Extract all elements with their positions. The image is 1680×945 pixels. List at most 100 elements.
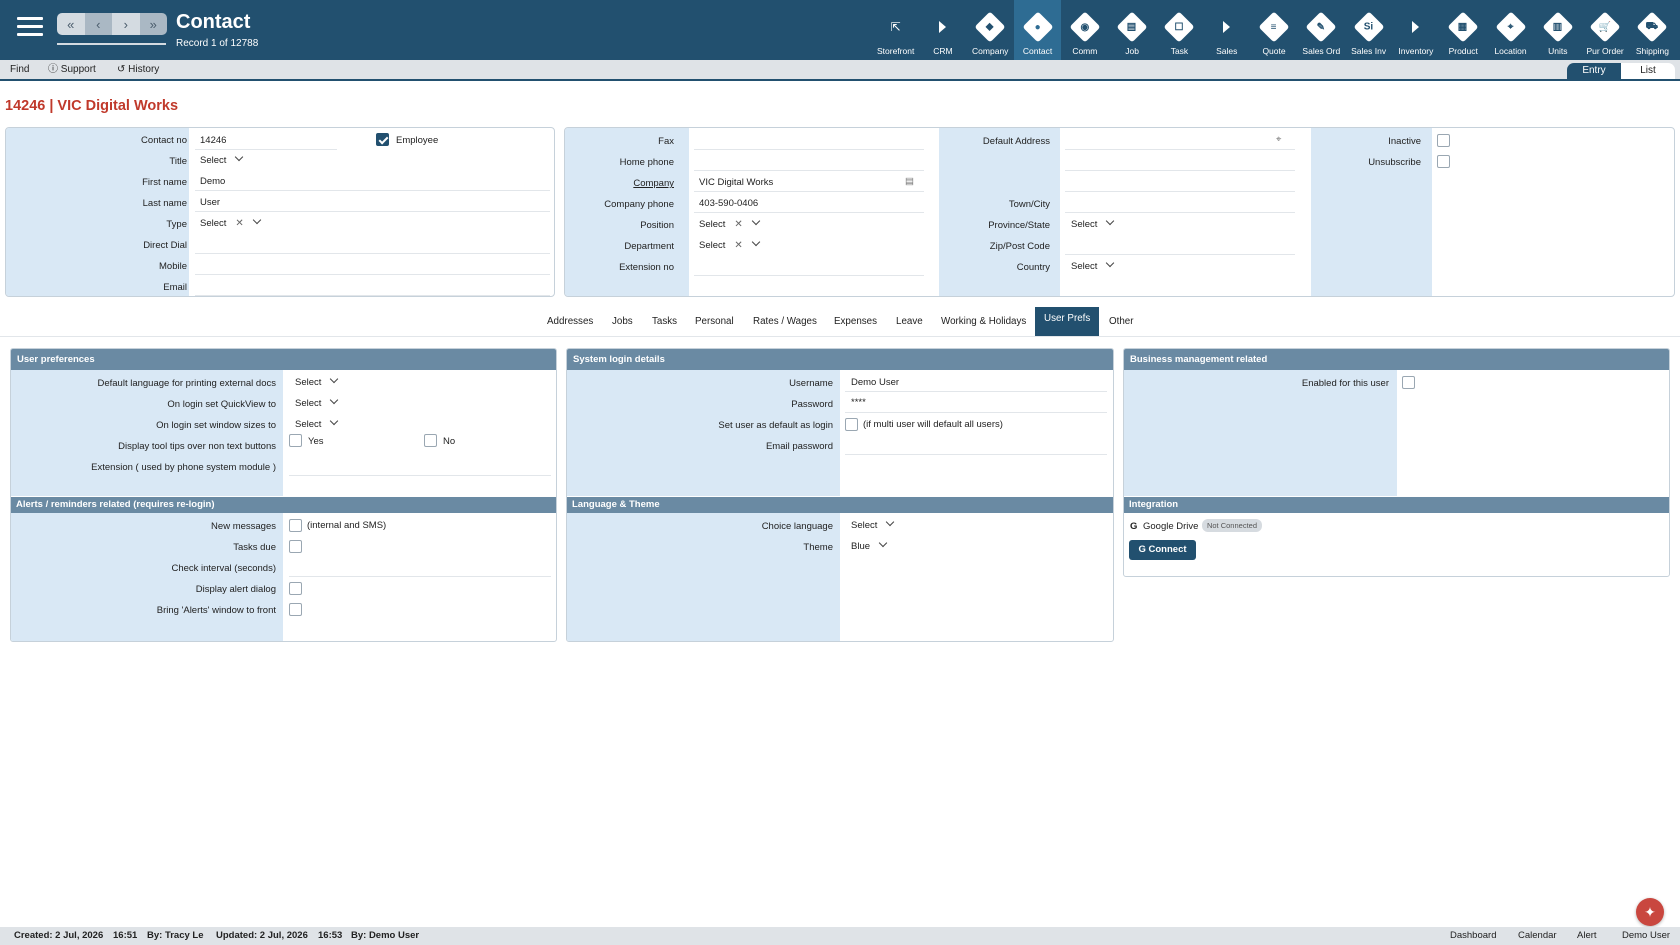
- zip-field[interactable]: [1065, 254, 1295, 255]
- units-icon: ▥: [1542, 11, 1574, 43]
- inactive-checkbox[interactable]: [1437, 134, 1450, 147]
- window-sizes-select[interactable]: Select: [295, 416, 339, 430]
- first-record-button[interactable]: «: [57, 13, 85, 35]
- tooltips-yes-checkbox[interactable]: [289, 434, 302, 447]
- calendar-link[interactable]: Calendar: [1518, 927, 1557, 945]
- module-pur-order[interactable]: 🛒 Pur Order: [1581, 0, 1628, 60]
- default-language-select[interactable]: Select: [295, 374, 339, 388]
- dashboard-link[interactable]: Dashboard: [1450, 927, 1496, 945]
- module-quote[interactable]: ≡ Quote: [1250, 0, 1297, 60]
- alerts-front-checkbox[interactable]: [289, 603, 302, 616]
- tab-working-holidays[interactable]: Working & Holidays: [941, 310, 1026, 337]
- country-select[interactable]: Select: [1071, 258, 1115, 272]
- title-select[interactable]: Select: [200, 152, 244, 166]
- tab-user-prefs[interactable]: User Prefs: [1035, 307, 1100, 336]
- next-record-button[interactable]: ›: [112, 13, 140, 35]
- province-select[interactable]: Select: [1071, 216, 1115, 230]
- check-interval-field[interactable]: [289, 576, 551, 577]
- location-pin-icon[interactable]: ⌖: [1276, 134, 1281, 145]
- unsubscribe-checkbox[interactable]: [1437, 155, 1450, 168]
- entry-view-tab[interactable]: Entry: [1567, 63, 1621, 79]
- clear-icon[interactable]: ✕: [734, 240, 742, 251]
- module-contact[interactable]: ● Contact: [1013, 0, 1062, 60]
- position-select[interactable]: Select ✕: [699, 216, 761, 230]
- module-job[interactable]: ▤ Job: [1108, 0, 1155, 60]
- module-storefront[interactable]: ⇱ Storefront: [872, 0, 919, 60]
- fax-label: Fax: [658, 136, 674, 147]
- tab-other[interactable]: Other: [1109, 310, 1134, 337]
- module-sales-inv[interactable]: Si Sales Inv: [1345, 0, 1392, 60]
- type-select[interactable]: Select ✕: [200, 215, 262, 229]
- extension-field[interactable]: [694, 275, 924, 276]
- first-name-label: First name: [142, 177, 187, 188]
- clear-icon[interactable]: ✕: [734, 219, 742, 230]
- employee-checkbox[interactable]: [376, 133, 389, 146]
- tasks-due-checkbox[interactable]: [289, 540, 302, 553]
- module-comm[interactable]: ◉ Comm: [1061, 0, 1108, 60]
- town-field[interactable]: [1065, 212, 1295, 213]
- username-field[interactable]: Demo User: [851, 377, 899, 388]
- choice-language-select[interactable]: Select: [851, 517, 895, 531]
- tab-leave[interactable]: Leave: [896, 310, 923, 337]
- module-sales-ord[interactable]: ✎ Sales Ord: [1298, 0, 1345, 60]
- module-task[interactable]: ☐ Task: [1156, 0, 1203, 60]
- company-phone-field[interactable]: 403-590-0406: [699, 198, 758, 209]
- email-password-field[interactable]: [845, 454, 1107, 455]
- tab-addresses[interactable]: Addresses: [547, 310, 593, 337]
- company-field[interactable]: VIC Digital Works: [699, 177, 773, 188]
- view-switch: Entry List: [1567, 63, 1675, 79]
- last-record-button[interactable]: »: [139, 13, 167, 35]
- contact-no-field[interactable]: 14246: [200, 135, 226, 146]
- default-login-checkbox[interactable]: [845, 418, 858, 431]
- enabled-user-checkbox[interactable]: [1402, 376, 1415, 389]
- tooltips-no-checkbox[interactable]: [424, 434, 437, 447]
- tab-jobs[interactable]: Jobs: [612, 310, 633, 337]
- address-line1-field[interactable]: [1065, 149, 1295, 150]
- tab-tasks[interactable]: Tasks: [652, 310, 677, 337]
- tab-expenses[interactable]: Expenses: [834, 310, 877, 337]
- alert-link[interactable]: Alert: [1577, 927, 1597, 945]
- find-button[interactable]: Find: [10, 60, 29, 79]
- module-location[interactable]: ⌖ Location: [1487, 0, 1534, 60]
- support-button[interactable]: ⓘ Support: [48, 60, 96, 79]
- mobile-field[interactable]: [195, 274, 550, 275]
- record-scroll-track[interactable]: [57, 43, 166, 45]
- tab-rates-wages[interactable]: Rates / Wages: [753, 310, 817, 337]
- module-inventory[interactable]: Inventory: [1392, 0, 1439, 60]
- user-menu-link[interactable]: Demo User: [1622, 927, 1670, 945]
- previous-record-button[interactable]: ‹: [84, 13, 112, 35]
- list-view-tab[interactable]: List: [1621, 63, 1675, 79]
- direct-dial-field[interactable]: [195, 253, 550, 254]
- history-label: History: [128, 64, 160, 75]
- module-sales[interactable]: Sales: [1203, 0, 1250, 60]
- module-units[interactable]: ▥ Units: [1534, 0, 1581, 60]
- connect-button[interactable]: G Connect: [1129, 540, 1196, 560]
- theme-select[interactable]: Blue: [851, 538, 888, 552]
- module-shipping[interactable]: ⛟ Shipping: [1629, 0, 1676, 60]
- clear-icon[interactable]: ✕: [235, 218, 243, 229]
- password-field[interactable]: ****: [851, 397, 866, 408]
- username-label: Username: [789, 378, 833, 389]
- menu-icon[interactable]: [17, 17, 43, 39]
- module-crm[interactable]: CRM: [919, 0, 966, 60]
- last-name-field[interactable]: User: [200, 197, 220, 208]
- home-phone-field[interactable]: [694, 170, 924, 171]
- phone-extension-field[interactable]: [289, 475, 551, 476]
- address-line2-field[interactable]: [1065, 170, 1295, 171]
- company-lookup-icon[interactable]: ▤: [905, 176, 914, 187]
- department-select[interactable]: Select ✕: [699, 237, 761, 251]
- module-company[interactable]: ◆ Company: [967, 0, 1014, 60]
- alert-dialog-checkbox[interactable]: [289, 582, 302, 595]
- history-button[interactable]: ↺ History: [117, 60, 159, 79]
- email-field[interactable]: [195, 295, 550, 296]
- company-link[interactable]: Company: [633, 178, 674, 189]
- assistant-fab-button[interactable]: ✦: [1636, 898, 1664, 926]
- module-product[interactable]: ▦ Product: [1440, 0, 1487, 60]
- tab-personal[interactable]: Personal: [695, 310, 734, 337]
- first-name-field[interactable]: Demo: [200, 176, 225, 187]
- new-messages-checkbox[interactable]: [289, 519, 302, 532]
- fax-field[interactable]: [694, 149, 924, 150]
- address-line3-field[interactable]: [1065, 191, 1295, 192]
- quickview-select[interactable]: Select: [295, 395, 339, 409]
- google-icon: G: [1138, 544, 1146, 555]
